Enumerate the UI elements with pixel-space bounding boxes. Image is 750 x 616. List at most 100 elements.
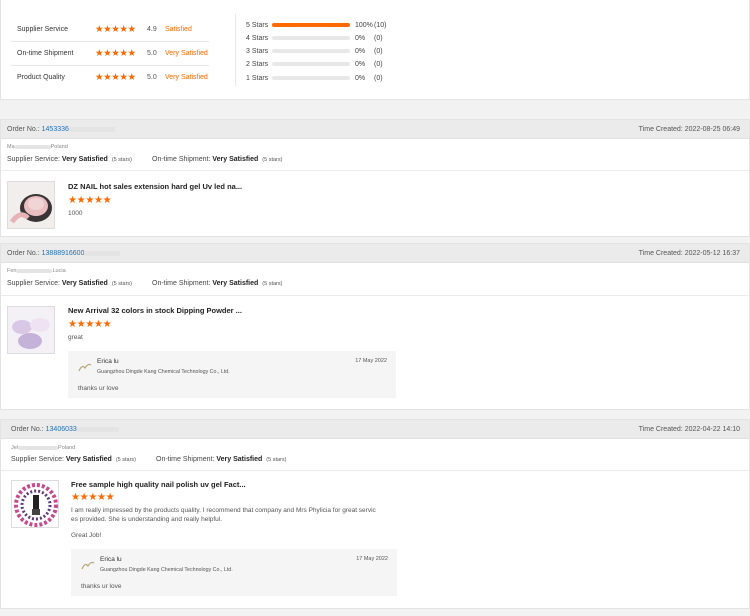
- order-number: Order No.: 1453336: [7, 126, 115, 133]
- review-header: Order No.: 13888916600 Time Created: 202…: [1, 244, 749, 263]
- review-comment-line: es provided. She is understanding and re…: [71, 516, 223, 523]
- company-logo-icon: [81, 561, 95, 570]
- distribution-label: 1 Stars: [246, 74, 269, 82]
- buyer-info: Jel Poland: [11, 445, 75, 451]
- time-value: 2022-05-12 16:37: [684, 250, 740, 257]
- distribution-percent: 0%: [355, 74, 366, 82]
- review-stars: ★★★★★: [68, 319, 112, 330]
- divider: [1, 170, 749, 171]
- order-link[interactable]: 13406033: [46, 426, 77, 433]
- distribution-count: (0): [374, 60, 383, 68]
- shipment-label: On-time Shipment:: [152, 156, 211, 163]
- distribution-row: 4 Stars 0% (0): [246, 32, 383, 44]
- distribution-percent: 0%: [355, 60, 366, 68]
- review-stars: ★★★★★: [71, 492, 115, 503]
- buyer-country: Lucia: [52, 268, 66, 274]
- redacted-mask: [18, 445, 59, 450]
- time-label: Time Created:: [638, 250, 683, 257]
- distribution-count: (0): [374, 47, 383, 55]
- product-title[interactable]: Free sample high quality nail polish uv …: [71, 480, 246, 489]
- divider: [1, 470, 749, 471]
- distribution-row: 1 Stars 0% (0): [246, 72, 383, 84]
- summary-row-shipment: On-time Shipment ★★★★★ 5.0 Very Satisfie…: [17, 42, 208, 65]
- summary-label: On-time Shipment: [17, 50, 74, 57]
- reply-author: Erica lu: [100, 556, 122, 563]
- summary-row-quality: Product Quality ★★★★★ 5.0 Very Satisfied: [17, 66, 208, 89]
- distribution-count: (0): [374, 74, 383, 82]
- review-comment: great: [68, 334, 83, 341]
- distribution-fill: [272, 23, 350, 27]
- time-value: 2022-04-22 14:10: [684, 426, 740, 433]
- supplier-service-label: Supplier Service:: [7, 156, 60, 163]
- shipment-value: Very Satisfied: [212, 280, 259, 287]
- buyer-country: Poland: [58, 445, 76, 451]
- reply-text: thanks ur love: [78, 385, 119, 392]
- order-number: Order No.: 13888916600: [7, 250, 121, 257]
- supplier-service-label: Supplier Service:: [7, 280, 60, 287]
- distribution-label: 5 Stars: [246, 21, 269, 29]
- star-icons: ★★★★★: [95, 24, 136, 35]
- star-icons: ★★★★★: [95, 48, 136, 59]
- reply-date: 17 May 2022: [356, 556, 388, 562]
- buyer-info: Fen Lucia: [7, 268, 66, 274]
- buyer-name: Ma: [7, 144, 15, 150]
- product-title[interactable]: DZ NAIL hot sales extension hard gel Uv …: [68, 182, 242, 191]
- distribution-row: 2 Stars 0% (0): [246, 58, 383, 70]
- redacted-mask: [84, 250, 121, 256]
- review-comment-extra: Great Job!: [71, 532, 102, 539]
- buyer-country: Poland: [50, 144, 68, 150]
- supplier-service-value: Very Satisfied: [65, 456, 112, 463]
- shipment-value: Very Satisfied: [216, 456, 263, 463]
- stars-note: (5 stars): [266, 456, 287, 463]
- reply-company: Guangzhou Dingde Kang Chemical Technolog…: [100, 567, 233, 573]
- review-card: Order No.: 13888916600 Time Created: 202…: [0, 243, 750, 410]
- order-number: Order No.: 13406033: [11, 426, 119, 433]
- order-label: Order No.:: [7, 250, 40, 257]
- order-label: Order No.:: [11, 426, 44, 433]
- redacted-mask: [76, 426, 119, 432]
- review-header: Order No.: 1453336 Time Created: 2022-08…: [1, 120, 749, 139]
- summary-satisfaction: Satisfied: [165, 26, 192, 33]
- order-label: Order No.:: [7, 126, 40, 133]
- company-logo-icon: [78, 363, 92, 372]
- supplier-service-label: Supplier Service:: [11, 456, 64, 463]
- order-link[interactable]: 1453336: [42, 126, 69, 133]
- review-header: Order No.: 13406033 Time Created: 2022-0…: [1, 420, 749, 439]
- distribution-label: 3 Stars: [246, 47, 269, 55]
- distribution-count: (0): [374, 34, 383, 42]
- buyer-name: Fen: [7, 268, 17, 274]
- buyer-info: Ma Poland: [7, 144, 68, 150]
- distribution-percent: 100%: [355, 21, 373, 29]
- distribution-row: 3 Stars 0% (0): [246, 45, 383, 57]
- redacted-mask: [68, 126, 115, 132]
- summary-satisfaction: Very Satisfied: [165, 74, 208, 81]
- distribution-bar: [272, 76, 350, 80]
- review-comment: 1000: [68, 210, 83, 217]
- distribution-percent: 0%: [355, 34, 366, 42]
- stars-note: (5 stars): [111, 156, 133, 163]
- order-link[interactable]: 13888916600: [42, 250, 85, 257]
- distribution-label: 2 Stars: [246, 60, 269, 68]
- buyer-name: Jel: [11, 445, 19, 451]
- product-image[interactable]: [7, 306, 55, 354]
- product-title[interactable]: New Arrival 32 colors in stock Dipping P…: [68, 306, 242, 315]
- review-card: Order No.: 13406033 Time Created: 2022-0…: [0, 419, 750, 609]
- stars-note: (5 stars): [115, 456, 137, 463]
- service-ratings: Supplier Service: Very Satisfied (5 stars)…: [7, 156, 282, 163]
- product-image[interactable]: [11, 480, 59, 528]
- supplier-reply: Erica lu Guangzhou Dingde Kang Chemical …: [71, 549, 397, 596]
- supplier-service-value: Very Satisfied: [61, 156, 108, 163]
- summary-label: Product Quality: [17, 74, 65, 81]
- summary-score: 5.0: [147, 74, 157, 81]
- distribution-bar: [272, 36, 350, 40]
- stars-note: (5 stars): [262, 156, 283, 163]
- distribution-percent: 0%: [355, 47, 366, 55]
- review-card: Order No.: 1453336 Time Created: 2022-08…: [0, 119, 750, 237]
- review-stars: ★★★★★: [68, 195, 112, 206]
- summary-label: Supplier Service: [17, 26, 68, 33]
- product-image[interactable]: [7, 181, 55, 229]
- review-comment-line: I am really impressed by the products qu…: [71, 507, 376, 514]
- summary-score: 4.9: [147, 26, 157, 33]
- supplier-reply: Erica lu Guangzhou Dingde Kang Chemical …: [68, 351, 396, 398]
- stars-note: (5 stars): [111, 280, 133, 287]
